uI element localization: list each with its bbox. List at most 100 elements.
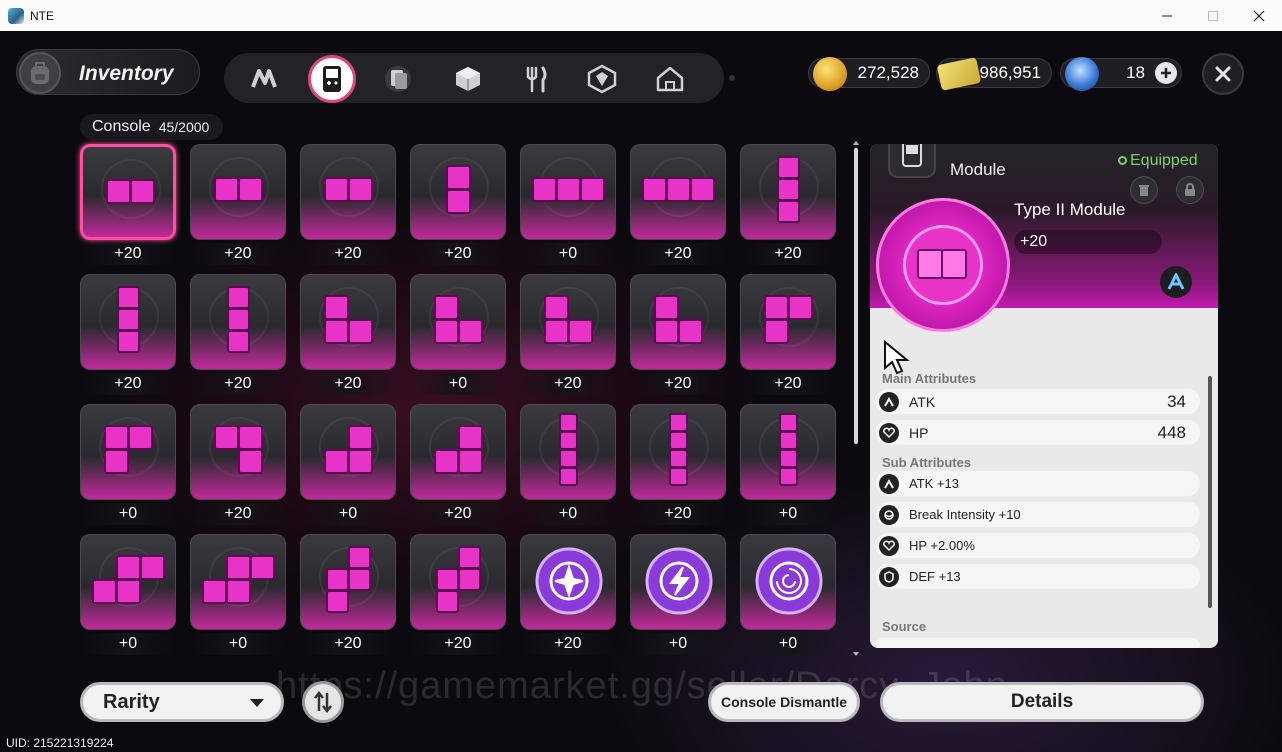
module-shape-icon	[324, 177, 373, 202]
module-block	[446, 165, 471, 190]
module-block	[434, 449, 459, 474]
module-slot[interactable]	[190, 404, 286, 500]
module-shape-icon	[654, 295, 703, 344]
attack-icon	[879, 391, 899, 412]
module-shape-icon	[227, 286, 250, 353]
module-block	[214, 177, 239, 202]
module-level-label: +0	[520, 243, 616, 265]
detail-scrollbar[interactable]	[1207, 370, 1213, 644]
module-shape-icon	[324, 425, 373, 474]
sort-order-button[interactable]	[302, 681, 344, 723]
module-block	[324, 177, 349, 202]
module-slot[interactable]	[630, 534, 726, 630]
sub-attr-text: DEF +13	[909, 569, 961, 584]
module-slot[interactable]	[740, 404, 836, 500]
module-block	[324, 449, 349, 474]
module-block	[117, 308, 140, 331]
category-tabs	[224, 53, 735, 103]
attack-icon	[879, 473, 899, 494]
sub-attr-break: Break Intensity +10	[876, 502, 1200, 527]
module-shape-icon	[779, 413, 798, 486]
module-slot[interactable]	[520, 404, 616, 500]
lock-button[interactable]	[1176, 176, 1204, 204]
module-level-label: +20	[300, 243, 396, 265]
module-slot[interactable]	[80, 404, 176, 500]
tab-house[interactable]	[650, 59, 690, 99]
module-slot[interactable]	[80, 534, 176, 630]
module-block	[764, 319, 789, 344]
module-slot[interactable]	[630, 274, 726, 370]
module-slot[interactable]	[190, 144, 286, 240]
console-dismantle-label: Console Dismantle	[720, 694, 848, 710]
maximize-icon	[1208, 10, 1218, 21]
detail-scroll-thumb[interactable]	[1208, 376, 1212, 608]
module-slot[interactable]	[740, 144, 836, 240]
module-slot[interactable]	[80, 274, 176, 370]
close-window-button[interactable]	[1236, 0, 1282, 31]
module-block	[544, 319, 569, 344]
module-slot[interactable]	[630, 404, 726, 500]
module-shape-icon	[669, 413, 688, 486]
module-slot[interactable]	[300, 404, 396, 500]
break-icon	[879, 504, 899, 525]
module-slot[interactable]	[520, 144, 616, 240]
currency-gold-value: 272,528	[857, 63, 919, 82]
module-slot[interactable]	[520, 534, 616, 630]
module-level-label: +0	[630, 633, 726, 655]
tab-cards[interactable]	[378, 59, 418, 99]
module-block	[117, 330, 140, 353]
tab-n-logo[interactable]	[244, 59, 284, 99]
minimize-icon	[1162, 15, 1172, 16]
console-dismantle-button[interactable]: Console Dismantle	[708, 682, 860, 722]
module-shape-icon	[642, 177, 715, 202]
module-block	[436, 590, 459, 613]
module-slot[interactable]	[410, 404, 506, 500]
grid-scroll-thumb[interactable]	[854, 148, 858, 444]
module-block	[226, 555, 251, 580]
backpack-icon	[19, 52, 61, 94]
module-disk-core	[903, 225, 983, 305]
plus-icon	[1161, 68, 1171, 78]
module-slot[interactable]	[300, 534, 396, 630]
module-block	[532, 177, 557, 202]
module-level-label: +20	[80, 243, 176, 265]
currency-gold: 272,528	[808, 57, 930, 91]
module-slot[interactable]	[80, 144, 176, 240]
minimize-button[interactable]	[1144, 0, 1190, 31]
tab-food[interactable]	[516, 59, 556, 99]
module-slot[interactable]	[410, 144, 506, 240]
tab-cube[interactable]	[448, 59, 488, 99]
module-slot[interactable]	[410, 274, 506, 370]
grid-scrollbar[interactable]	[853, 141, 859, 656]
delete-button[interactable]	[1130, 176, 1158, 204]
module-slot[interactable]	[630, 144, 726, 240]
maximize-button[interactable]	[1190, 0, 1236, 31]
module-shape-icon	[326, 546, 371, 613]
module-level-label: +20	[410, 633, 506, 655]
close-inventory-button[interactable]	[1202, 53, 1244, 95]
module-slot[interactable]	[190, 534, 286, 630]
module-slot[interactable]	[740, 274, 836, 370]
module-block	[227, 308, 250, 331]
module-slot[interactable]	[190, 274, 286, 370]
rarity-dropdown[interactable]: Rarity	[80, 682, 284, 722]
module-slot[interactable]	[300, 274, 396, 370]
module-block	[106, 179, 131, 204]
module-block	[117, 286, 140, 309]
module-slot[interactable]	[410, 534, 506, 630]
details-button[interactable]: Details	[880, 682, 1204, 722]
module-slot[interactable]	[300, 144, 396, 240]
currency-ticket-value: 986,951	[979, 63, 1041, 82]
module-slot[interactable]	[520, 274, 616, 370]
module-block	[348, 177, 373, 202]
equipped-status: Equipped	[1118, 152, 1198, 170]
tab-console[interactable]	[308, 55, 356, 103]
module-block	[227, 286, 250, 309]
module-block	[779, 431, 798, 450]
module-block	[458, 568, 481, 591]
module-level-label: +20	[630, 373, 726, 395]
module-slot[interactable]	[740, 534, 836, 630]
add-crystal-button[interactable]	[1155, 62, 1177, 84]
module-level-label: +20	[520, 633, 616, 655]
tab-gem-box[interactable]	[582, 59, 622, 99]
